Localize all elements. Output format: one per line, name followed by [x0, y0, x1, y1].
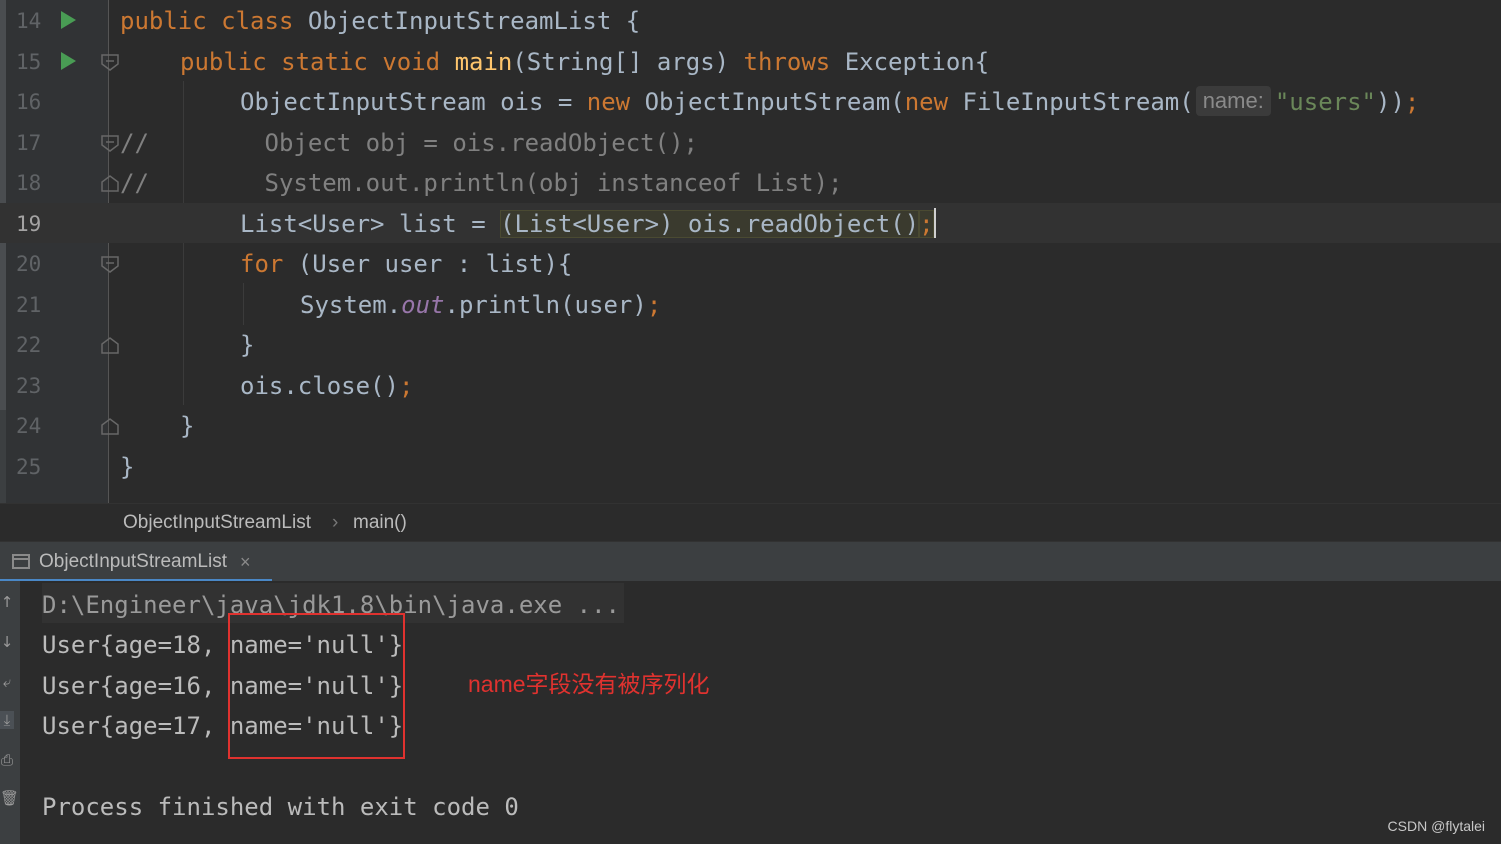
class-name: ObjectInputStreamList: [307, 7, 612, 35]
highlight-box: [228, 613, 405, 759]
code-text[interactable]: public class ObjectInputStreamList {: [120, 0, 640, 41]
soft-wrap-icon[interactable]: ⤶: [0, 673, 14, 691]
highlighted-expression: (List<User>) ois.readObject(): [500, 209, 920, 238]
code-text[interactable]: }: [180, 405, 194, 446]
keyword-static: static: [281, 47, 368, 76]
line-number: 22: [16, 333, 42, 357]
console-output[interactable]: ↑ ↓ ⤶ ⤓ ⎙ 🗑 D:\Engineer\java\jdk1.8\bin\…: [0, 581, 1501, 844]
run-tool-window-header: ObjectInputStreamList ×: [0, 541, 1501, 582]
breadcrumb: ObjectInputStreamList › main(): [0, 503, 1501, 541]
semicolon: ;: [919, 209, 934, 238]
keyword-new: new: [586, 88, 631, 116]
code-text[interactable]: ois.close();: [240, 365, 413, 406]
code-token: Exception{: [830, 47, 990, 76]
code-line-15[interactable]: 15 public static void main(String[] args…: [0, 41, 1501, 82]
line-number: 17: [16, 130, 42, 155]
fold-close-icon[interactable]: [101, 337, 119, 354]
breadcrumb-separator: ›: [332, 512, 339, 533]
semicolon: ;: [398, 371, 414, 400]
code-token: (String[] args): [512, 47, 744, 76]
code-line-14[interactable]: 14 public class ObjectInputStreamList {: [0, 0, 1501, 41]
code-token: List<User> list =: [240, 209, 501, 238]
breadcrumb-item-class[interactable]: ObjectInputStreamList: [123, 504, 311, 542]
code-editor[interactable]: 14 public class ObjectInputStreamList { …: [0, 0, 1501, 503]
keyword-void: void: [382, 47, 441, 76]
code-token: .println(user): [444, 290, 647, 319]
line-number: 16: [16, 90, 42, 114]
tab-label: ObjectInputStreamList: [39, 551, 227, 572]
code-line-16[interactable]: 16 ObjectInputStream ois = new ObjectInp…: [0, 81, 1501, 122]
trash-icon[interactable]: 🗑: [0, 789, 19, 807]
code-line-23[interactable]: 23 ois.close();: [0, 365, 1501, 406]
line-number: 23: [16, 373, 42, 398]
semicolon: ;: [646, 290, 662, 319]
keyword-for: for: [240, 250, 284, 278]
watermark: CSDN @flytalei: [1387, 818, 1485, 834]
scroll-to-end-icon[interactable]: ⤓: [0, 711, 14, 729]
code-line-21[interactable]: 21 System.out.println(user);: [0, 284, 1501, 325]
parameter-hint: name:: [1195, 86, 1271, 116]
close-icon[interactable]: ×: [240, 542, 251, 582]
code-line-24[interactable]: 24 }: [0, 405, 1501, 446]
line-number: 20: [16, 252, 42, 276]
console-exit-line: Process finished with exit code 0: [42, 793, 519, 821]
keyword-public: public: [120, 7, 207, 35]
run-icon[interactable]: [61, 11, 76, 29]
fold-open-icon[interactable]: [101, 53, 119, 71]
code-token: {: [611, 7, 641, 35]
code-text[interactable]: System.out.println(user);: [300, 284, 661, 325]
code-token: ObjectInputStream(: [630, 88, 905, 116]
code-text[interactable]: List<User> list = (List<User>) ois.readO…: [240, 203, 936, 244]
line-number: 15: [16, 49, 42, 74]
static-field: out: [401, 290, 445, 319]
console-icon: [12, 554, 30, 569]
keyword-public: public: [180, 47, 267, 76]
code-line-22[interactable]: 22 }: [0, 324, 1501, 365]
code-text[interactable]: for (User user : list){: [240, 243, 572, 284]
code-comment[interactable]: // System.out.println(obj instanceof Lis…: [120, 162, 842, 203]
fold-open-icon[interactable]: [101, 134, 119, 152]
fold-close-icon[interactable]: [101, 418, 119, 435]
code-line-19[interactable]: 19 List<User> list = (List<User>) ois.re…: [0, 202, 1501, 244]
scroll-down-icon[interactable]: ↓: [0, 633, 14, 651]
breadcrumb-item-method[interactable]: main(): [353, 504, 407, 542]
text-caret: [933, 207, 936, 238]
code-text[interactable]: ObjectInputStream ois = new ObjectInputS…: [240, 81, 1419, 122]
line-number: 19: [16, 211, 42, 236]
code-text[interactable]: public static void main(String[] args) t…: [180, 41, 989, 82]
string-literal: "users": [1274, 88, 1376, 116]
print-icon[interactable]: ⎙: [0, 751, 14, 769]
code-comment[interactable]: // Object obj = ois.readObject();: [120, 122, 698, 163]
line-number: 25: [16, 454, 42, 479]
code-text[interactable]: }: [120, 446, 134, 487]
code-text[interactable]: }: [240, 324, 254, 365]
line-number: 18: [16, 171, 42, 195]
method-name: main: [454, 47, 513, 76]
line-number: 24: [16, 414, 42, 438]
code-token: FileInputStream(: [948, 88, 1194, 116]
fold-open-icon[interactable]: [101, 256, 119, 273]
scroll-up-icon[interactable]: ↑: [0, 593, 14, 611]
code-token: ObjectInputStream ois =: [240, 88, 587, 116]
keyword-new: new: [904, 88, 949, 116]
code-token: )): [1376, 88, 1405, 116]
code-token: ois.close(): [240, 371, 399, 400]
code-line-18[interactable]: 18 // System.out.println(obj instanceof …: [0, 162, 1501, 203]
console-toolbar: ↑ ↓ ⤶ ⤓ ⎙ 🗑: [0, 581, 20, 844]
annotation-text: name字段没有被序列化: [468, 671, 710, 697]
fold-close-icon[interactable]: [101, 175, 119, 192]
code-line-20[interactable]: 20 for (User user : list){: [0, 243, 1501, 284]
semicolon: ;: [1404, 88, 1420, 116]
tab-run-configuration[interactable]: ObjectInputStreamList ×: [0, 542, 272, 582]
line-number: 21: [16, 292, 42, 317]
keyword-class: class: [221, 7, 294, 35]
code-token: (User user : list){: [283, 250, 573, 278]
line-number: 14: [16, 9, 42, 33]
keyword-throws: throws: [743, 47, 831, 76]
code-line-25[interactable]: 25 }: [0, 446, 1501, 487]
code-token: System.: [300, 290, 402, 319]
run-icon[interactable]: [61, 51, 76, 70]
code-line-17[interactable]: 17 // Object obj = ois.readObject();: [0, 122, 1501, 163]
